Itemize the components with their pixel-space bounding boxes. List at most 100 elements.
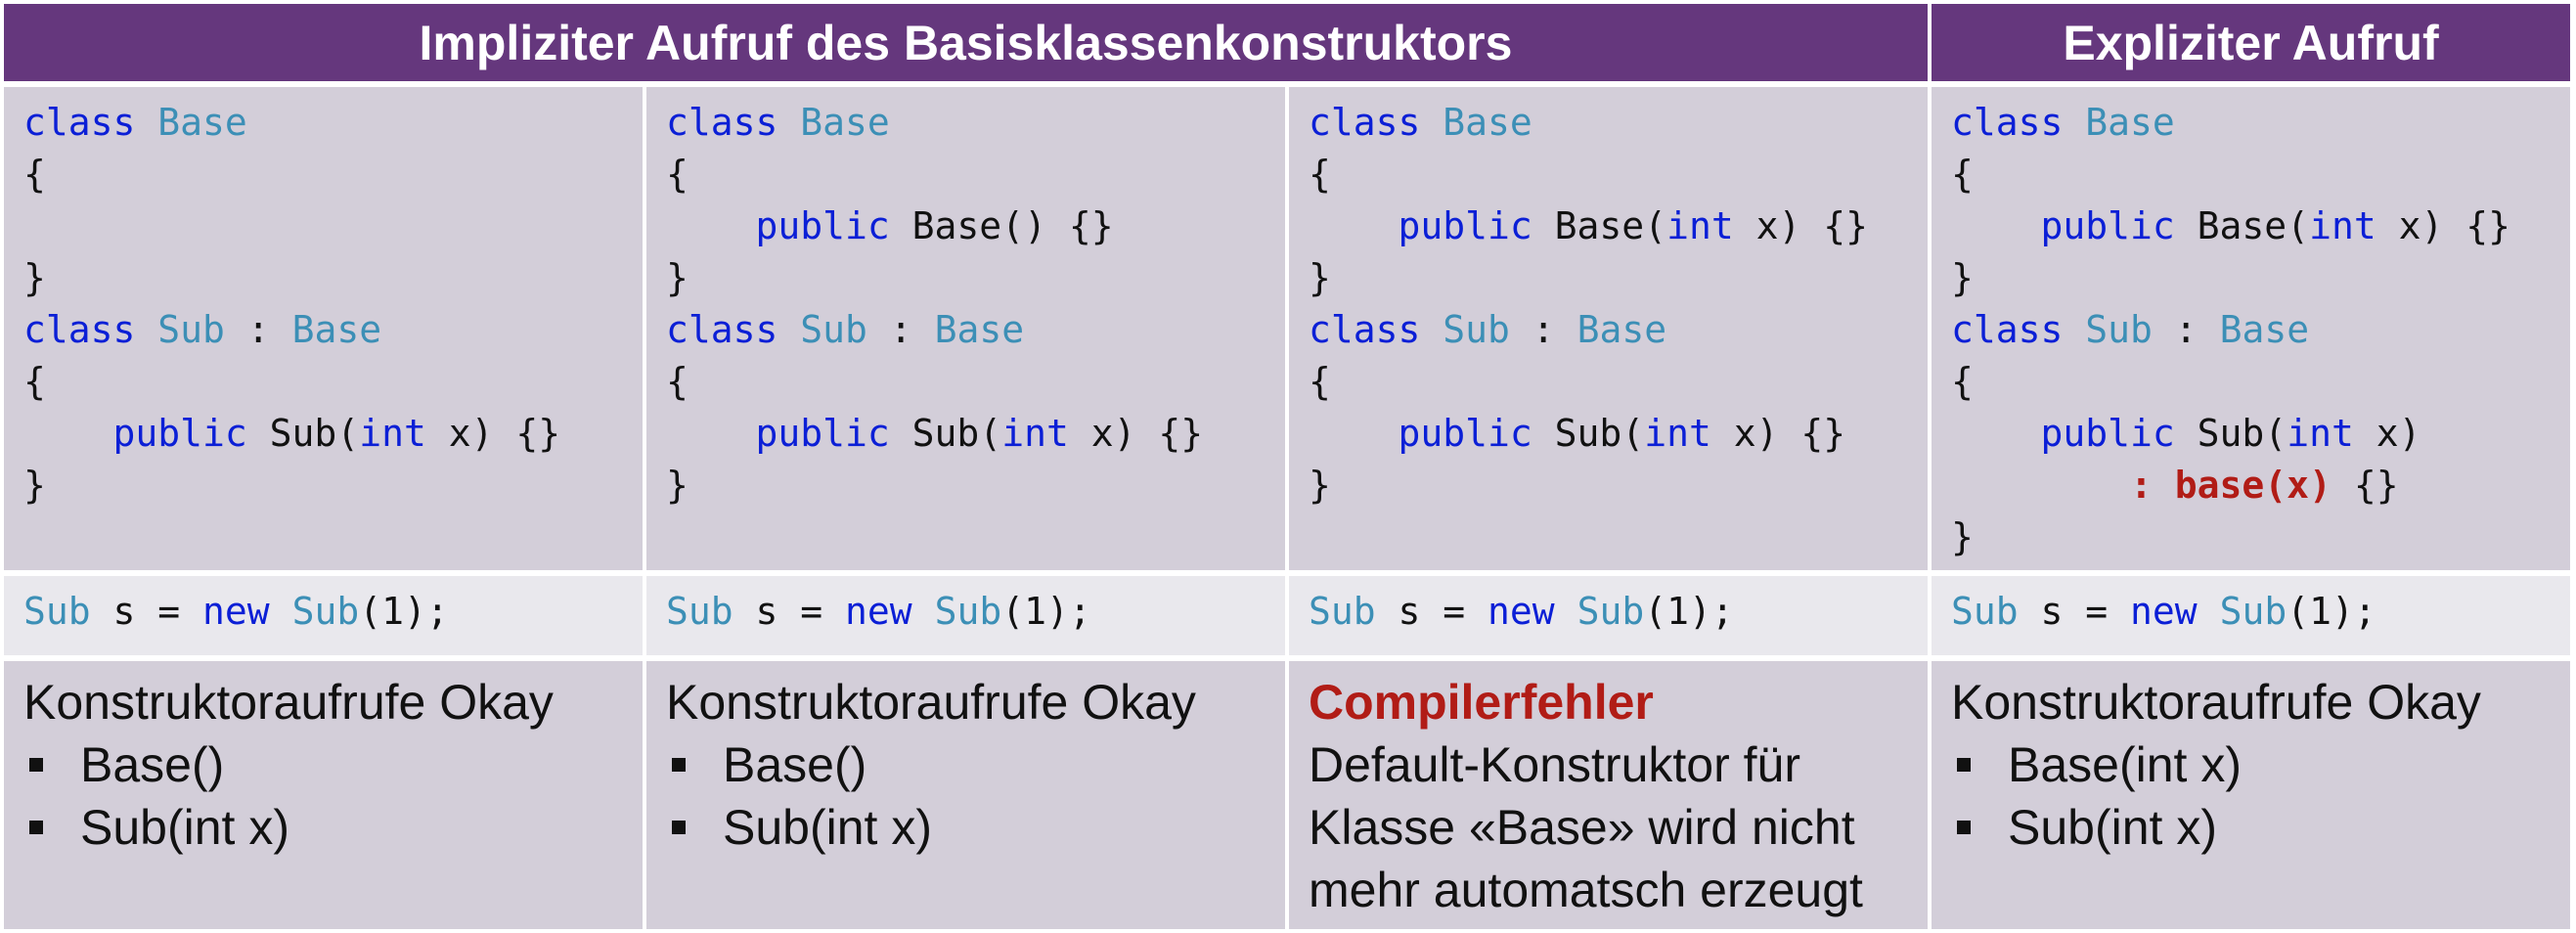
code-type: Sub: [2085, 308, 2153, 351]
code-keyword: public: [1398, 412, 1532, 455]
code-type: Sub: [1309, 590, 1376, 633]
code-text: (1);: [359, 590, 449, 633]
code-line: }: [666, 252, 1285, 304]
code-text: x) {}: [1710, 412, 1846, 455]
usage-cell: Sub s = new Sub(1);: [4, 576, 643, 655]
code-line: public Base() {}: [666, 200, 1285, 252]
code-line: }: [1951, 511, 2570, 563]
code-keyword: class: [23, 308, 136, 351]
comparison-table: Impliziter Aufruf des Basisklassenkonstr…: [4, 4, 2572, 929]
code-keyword: new: [202, 590, 270, 633]
square-bullet-icon: [29, 758, 43, 772]
code-text: Sub(: [889, 412, 1002, 455]
explicit-call-header: Expliziter Aufruf: [1932, 4, 2570, 81]
code-text: s =: [90, 590, 203, 633]
code-keyword: int: [1666, 204, 1734, 247]
code-text: s =: [733, 590, 846, 633]
usage-cell: Sub s = new Sub(1);: [1289, 576, 1928, 655]
code-keyword: new: [2130, 590, 2198, 633]
code-text: Sub(: [2174, 412, 2287, 455]
code-line: }: [1309, 460, 1928, 511]
code-line: public Sub(int x): [1951, 408, 2570, 460]
result-bullet-text: Base(int x): [2008, 737, 2242, 792]
code-type: Sub: [1577, 590, 1645, 633]
code-text: Base(: [1532, 204, 1667, 247]
usage-cell: Sub s = new Sub(1);: [646, 576, 1285, 655]
code-type: Sub: [1443, 308, 1510, 351]
result-bullet: Sub(int x): [666, 796, 1285, 859]
usage-code-line: Sub s = new Sub(1);: [666, 586, 1285, 638]
code-type: Base: [2085, 101, 2175, 144]
code-text: {: [1309, 153, 1331, 196]
result-cell: Konstruktoraufrufe Okay Base(int x) Sub(in…: [1932, 661, 2570, 929]
code-type: Sub: [2219, 590, 2287, 633]
code-text: }: [1309, 256, 1331, 299]
code-keyword: public: [112, 412, 247, 455]
code-text: {: [666, 153, 688, 196]
square-bullet-icon: [672, 821, 686, 834]
code-text: {: [1951, 153, 1974, 196]
usage-code-line: Sub s = new Sub(1);: [1951, 586, 2570, 638]
code-line: class Sub : Base: [1309, 304, 1928, 356]
code-text: x) {}: [1733, 204, 1868, 247]
code-text: {: [1309, 360, 1331, 403]
code-text: :: [224, 308, 292, 351]
code-base-call: : base(x): [2130, 464, 2332, 507]
code-text: x) {}: [1068, 412, 1204, 455]
code-line: {: [666, 356, 1285, 408]
code-text: {: [23, 360, 46, 403]
code-line: public Sub(int x) {}: [23, 408, 643, 460]
code-type: Sub: [157, 308, 225, 351]
code-type: Sub: [934, 590, 1002, 633]
code-line: }: [1951, 252, 2570, 304]
usage-cell: Sub s = new Sub(1);: [1932, 576, 2570, 655]
error-description-line: Default-Konstruktor für: [1309, 737, 1800, 792]
code-text: {}: [2331, 464, 2399, 507]
code-text: }: [23, 464, 46, 507]
code-text: }: [1951, 256, 1974, 299]
code-line: {: [1309, 149, 1928, 200]
result-title: Konstruktoraufrufe Okay: [1951, 675, 2481, 730]
code-keyword: public: [755, 412, 890, 455]
code-line: public Base(int x) {}: [1309, 200, 1928, 252]
code-keyword: int: [2287, 412, 2354, 455]
code-text: (1);: [1001, 590, 1091, 633]
code-type: Sub: [666, 590, 733, 633]
square-bullet-icon: [29, 821, 43, 834]
code-text: }: [666, 256, 688, 299]
code-line: {: [666, 149, 1285, 200]
code-line: {: [23, 356, 643, 408]
code-line: {: [1951, 356, 2570, 408]
code-type: Sub: [23, 590, 91, 633]
code-keyword: new: [845, 590, 912, 633]
square-bullet-icon: [672, 758, 686, 772]
code-cell: class Base{ public Base(int x) {}} class …: [1932, 87, 2570, 570]
result-cell: Konstruktoraufrufe Okay Base() Sub(int x): [4, 661, 643, 929]
code-keyword: public: [2040, 412, 2175, 455]
code-text: }: [1309, 464, 1331, 507]
code-keyword: int: [2309, 204, 2376, 247]
code-cell: class Base{ public Base() {}} class Sub :…: [646, 87, 1285, 570]
code-text: Sub(: [1532, 412, 1645, 455]
result-bullet: Sub(int x): [1951, 796, 2570, 859]
code-text: :: [1509, 308, 1577, 351]
code-text: :: [2152, 308, 2220, 351]
code-line: class Sub : Base: [23, 304, 643, 356]
code-line: class Base: [23, 97, 643, 149]
code-line: public Base(int x) {}: [1951, 200, 2570, 252]
square-bullet-icon: [1957, 821, 1971, 834]
result-cell: Konstruktoraufrufe Okay Base() Sub(int x): [646, 661, 1285, 929]
result-bullet-text: Sub(int x): [80, 800, 289, 855]
code-text: Base() {}: [889, 204, 1114, 247]
code-keyword: class: [666, 308, 778, 351]
